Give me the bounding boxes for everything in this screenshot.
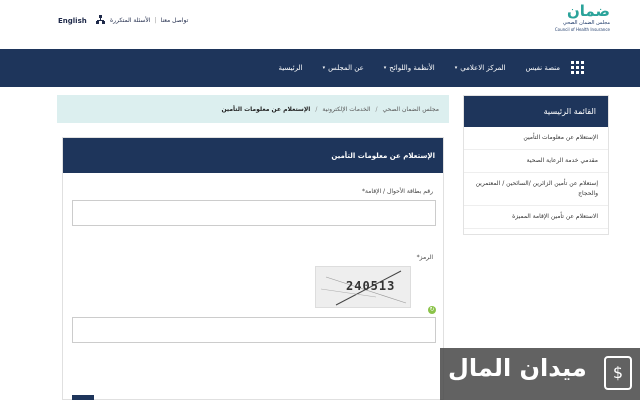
language-switch[interactable]: English [58,17,87,25]
nav-item-media[interactable]: المركز الاعلامي ▾ [455,64,506,72]
side-menu-item-insurance-inquiry[interactable]: الإستعلام عن معلومات التأمين [464,127,608,150]
breadcrumb-item-eservices[interactable]: الخدمات الإلكترونية [322,106,370,113]
top-bar: English تواصل معنا | الأسئلة المتكررة ضم… [0,0,640,48]
breadcrumb-item-home[interactable]: مجلس الضمان الصحي [382,106,439,113]
chevron-down-icon: ▾ [322,65,326,71]
nav-item-nafis[interactable]: منصة نفيس [526,64,560,72]
faq-link[interactable]: الأسئلة المتكررة [110,17,150,24]
grid-menu-icon[interactable] [571,61,584,74]
link-separator: | [154,17,157,24]
breadcrumb-current: الإستعلام عن معلومات التأمين [221,105,311,113]
side-menu: القائمة الرئيسية الإستعلام عن معلومات ال… [463,95,609,235]
nav-item-label: المركز الاعلامي [460,64,506,72]
chevron-down-icon: ▾ [383,65,387,71]
watermark-text: ميدان المال [448,354,587,382]
nav-item-label: منصة نفيس [525,64,560,72]
refresh-icon[interactable]: ↻ [428,306,436,314]
logo-subtitle-ar: مجلس الضمان الصحي [562,20,610,26]
side-menu-title: القائمة الرئيسية [464,96,608,127]
nav-item-label: الأنظمة واللوائح [389,64,435,72]
inquiry-form-card: الإستعلام عن معلومات التأمين رقم بطاقة ا… [62,137,444,400]
breadcrumb-separator: / [315,105,318,113]
side-menu-item-providers[interactable]: مقدمي خدمة الرعاية الصحية [464,150,608,173]
logo-subtitle-en: Council of Health Insurance [554,27,610,32]
id-number-label: رقم بطاقة الأحوال / الإقامة* [361,188,433,195]
nav-item-regulations[interactable]: الأنظمة واللوائح ▾ [384,64,435,72]
captcha-image: 240513 [315,266,411,308]
nav-item-home[interactable]: الرئيسية [279,64,303,72]
submit-button[interactable] [72,395,94,400]
captcha-code-label: الرمز* [416,254,433,261]
id-number-input[interactable] [72,200,436,226]
chevron-down-icon: ▾ [454,65,458,71]
contact-link[interactable]: تواصل معنا [161,17,189,24]
dollar-icon: $ [604,356,632,390]
form-title: الإستعلام عن معلومات التأمين [63,138,443,173]
site-logo[interactable]: ضمان مجلس الضمان الصحي Council of Health… [550,2,610,44]
captcha-text: 240513 [346,279,396,293]
nav-item-about[interactable]: عن المجلس ▾ [323,64,364,72]
nav-items: الرئيسية عن المجلس ▾ الأنظمة واللوائح ▾ ال… [279,49,560,87]
sitemap-icon[interactable] [96,15,105,27]
watermark: ميدان المال $ [440,348,640,400]
logo-brand: ضمان [567,2,610,20]
main-nav: الرئيسية عن المجلس ▾ الأنظمة واللوائح ▾ ال… [0,49,640,87]
side-menu-item-visitors[interactable]: إستعلام عن تأمين الزائرين /السائحين / ال… [464,173,608,206]
nav-item-label: الرئيسية [278,64,303,72]
top-links: تواصل معنا | الأسئلة المتكررة [110,17,188,24]
breadcrumb-separator: / [375,105,378,113]
side-menu-item-premium-residency[interactable]: الاستعلام عن تأمين الإقامة المميزة [464,206,608,229]
captcha-code-input[interactable] [72,317,436,343]
nav-item-label: عن المجلس [328,64,364,72]
breadcrumb: مجلس الضمان الصحي / الخدمات الإلكترونية … [57,95,449,123]
